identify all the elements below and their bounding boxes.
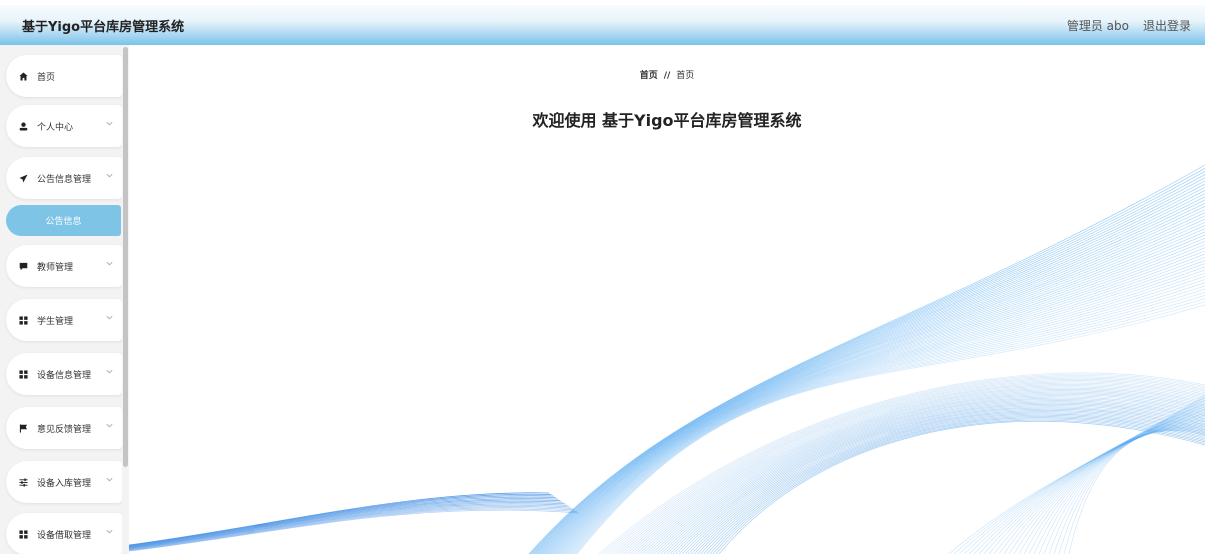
main-content: 首页 // 首页 欢迎使用 基于Yigo平台库房管理系统 [129,45,1205,554]
grid-icon [19,369,31,379]
grid-icon [19,529,31,539]
sidebar-item-profile[interactable]: 个人中心 [6,105,122,147]
chat-icon [19,262,31,271]
chevron-down-icon [106,529,113,534]
sidebar-item-label: 设备入库管理 [37,478,92,489]
chevron-down-icon [106,477,113,482]
chevron-down-icon [106,423,113,428]
chevron-down-icon [106,261,113,266]
sidebar-item-label: 公告信息管理 [37,174,92,185]
sidebar-item-teacher[interactable]: 教师管理 [6,245,122,287]
sidebar-item-label: 设备借取管理 [37,530,92,541]
sidebar: 首页 个人中心 公告信息管理 公告信息 教师管理 学生管理 设备信息管理 意见反… [0,45,129,554]
user-label[interactable]: 管理员 abo [1067,17,1129,34]
breadcrumb: 首页 // 首页 [129,68,1205,81]
chevron-down-icon [106,173,113,178]
chevron-down-icon [106,121,113,126]
chevron-down-icon [106,369,113,374]
sidebar-item-label: 设备信息管理 [37,370,92,381]
sidebar-item-feedback[interactable]: 意见反馈管理 [6,407,122,449]
sidebar-item-label: 个人中心 [37,122,74,133]
logout-link[interactable]: 退出登录 [1143,17,1191,34]
sidebar-subitem-notice-info[interactable]: 公告信息 [6,205,121,236]
breadcrumb-current: 首页 [676,71,695,81]
sidebar-subitem-label: 公告信息 [45,217,82,227]
flag-icon [19,423,31,433]
send-icon [19,173,31,183]
sidebar-item-label: 首页 [37,72,56,83]
grid-icon [19,315,31,325]
top-header: 基于Yigo平台库房管理系统 管理员 abo 退出登录 [0,5,1205,45]
welcome-title: 欢迎使用 基于Yigo平台库房管理系统 [532,111,802,130]
sidebar-item-home[interactable]: 首页 [6,55,122,97]
breadcrumb-separator: // [663,71,671,81]
home-icon [19,71,31,81]
sidebar-item-label: 学生管理 [37,316,74,327]
chevron-down-icon [106,315,113,320]
breadcrumb-home[interactable]: 首页 [640,71,658,81]
sidebar-item-notice[interactable]: 公告信息管理 [6,157,122,199]
sidebar-scrollbar[interactable] [122,45,129,554]
sidebar-item-stock-in[interactable]: 设备入库管理 [6,461,122,503]
user-icon [19,122,31,131]
sidebar-item-student[interactable]: 学生管理 [6,299,122,341]
sidebar-item-label: 意见反馈管理 [37,424,92,435]
scrollbar-thumb[interactable] [123,47,128,467]
sliders-icon [19,477,31,487]
app-title: 基于Yigo平台库房管理系统 [22,19,185,35]
sidebar-item-label: 教师管理 [37,262,74,273]
sidebar-item-equipment[interactable]: 设备信息管理 [6,353,122,395]
header-actions: 管理员 abo 退出登录 [1067,17,1191,34]
sidebar-item-borrow[interactable]: 设备借取管理 [6,513,122,554]
